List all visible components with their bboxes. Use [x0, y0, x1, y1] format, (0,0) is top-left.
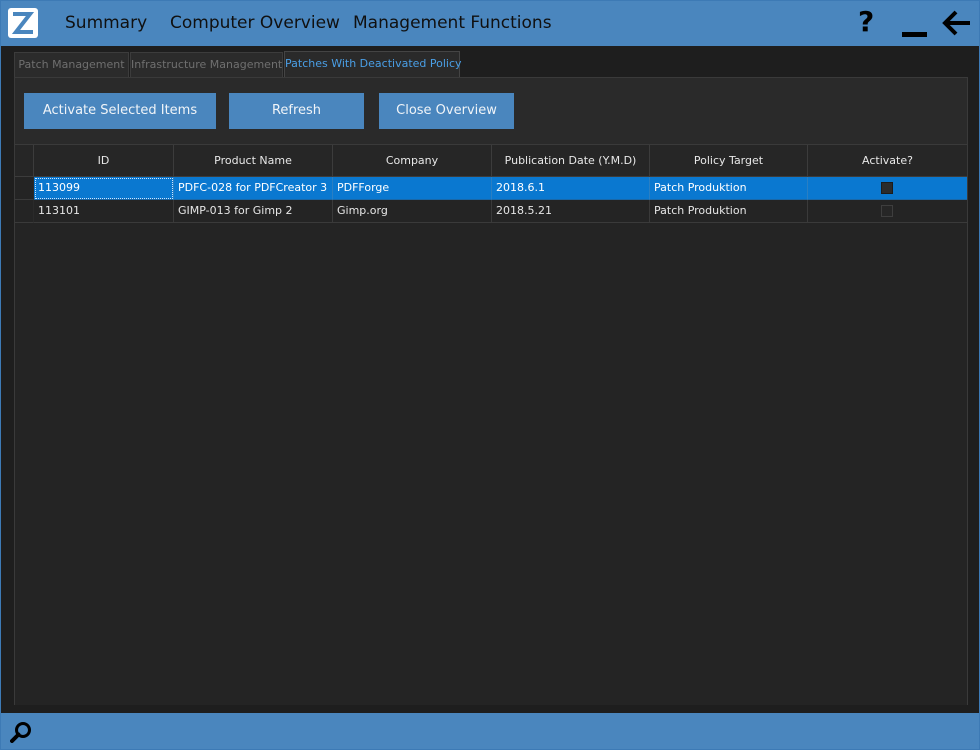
- table-header: ID Product Name Company Publication Date…: [15, 145, 967, 177]
- column-header-activate[interactable]: Activate?: [808, 145, 967, 177]
- tab-infrastructure-management[interactable]: Infrastructure Management: [130, 52, 283, 77]
- tab-patch-management[interactable]: Patch Management: [14, 52, 129, 77]
- column-header-publication-date[interactable]: Publication Date (Y.M.D): [492, 145, 650, 177]
- activate-selected-button[interactable]: Activate Selected Items: [24, 93, 216, 129]
- tab-content-panel: Activate Selected Items Refresh Close Ov…: [14, 77, 968, 705]
- column-header-company[interactable]: Company: [333, 145, 492, 177]
- cell-activate[interactable]: [808, 177, 967, 200]
- cell-publication-date[interactable]: 2018.6.1: [492, 177, 650, 200]
- patches-table: ID Product Name Company Publication Date…: [15, 144, 967, 705]
- nav-management-functions[interactable]: Management Functions: [353, 13, 552, 33]
- cell-id[interactable]: 113099: [34, 177, 174, 200]
- row-selector[interactable]: [15, 200, 34, 223]
- table-row[interactable]: 113099 PDFC-028 for PDFCreator 3 PDFForg…: [15, 177, 967, 200]
- tab-patches-deactivated-policy[interactable]: Patches With Deactivated Policy: [284, 51, 462, 78]
- cell-activate[interactable]: [808, 200, 967, 223]
- cell-company[interactable]: PDFForge: [333, 177, 492, 200]
- bottom-bar: [1, 713, 979, 749]
- activate-checkbox[interactable]: [881, 182, 893, 194]
- cell-company[interactable]: Gimp.org: [333, 200, 492, 223]
- row-selector[interactable]: [15, 177, 34, 200]
- question-mark-icon[interactable]: ?: [858, 5, 874, 38]
- table-row[interactable]: 113101 GIMP-013 for Gimp 2 Gimp.org 2018…: [15, 200, 967, 223]
- column-header-id[interactable]: ID: [34, 145, 174, 177]
- activate-checkbox[interactable]: [881, 205, 893, 217]
- arrow-left-icon[interactable]: [942, 10, 972, 36]
- row-header-corner: [15, 145, 34, 177]
- app-logo[interactable]: [8, 8, 38, 38]
- nav-summary[interactable]: Summary: [65, 13, 147, 33]
- minimize-icon[interactable]: [902, 32, 927, 37]
- cell-product-name[interactable]: GIMP-013 for Gimp 2: [174, 200, 333, 223]
- app-window: Summary Computer Overview Management Fun…: [0, 0, 980, 750]
- column-header-product-name[interactable]: Product Name: [174, 145, 333, 177]
- cell-product-name[interactable]: PDFC-028 for PDFCreator 3: [174, 177, 333, 200]
- search-icon[interactable]: [10, 721, 32, 743]
- cell-id[interactable]: 113101: [34, 200, 174, 223]
- column-header-policy-target[interactable]: Policy Target: [650, 145, 808, 177]
- cell-publication-date[interactable]: 2018.5.21: [492, 200, 650, 223]
- close-overview-button[interactable]: Close Overview: [379, 93, 514, 129]
- top-navigation-bar: Summary Computer Overview Management Fun…: [1, 1, 979, 46]
- cell-policy-target[interactable]: Patch Produktion: [650, 200, 808, 223]
- cell-policy-target[interactable]: Patch Produktion: [650, 177, 808, 200]
- refresh-button[interactable]: Refresh: [229, 93, 364, 129]
- nav-computer-overview[interactable]: Computer Overview: [170, 13, 340, 33]
